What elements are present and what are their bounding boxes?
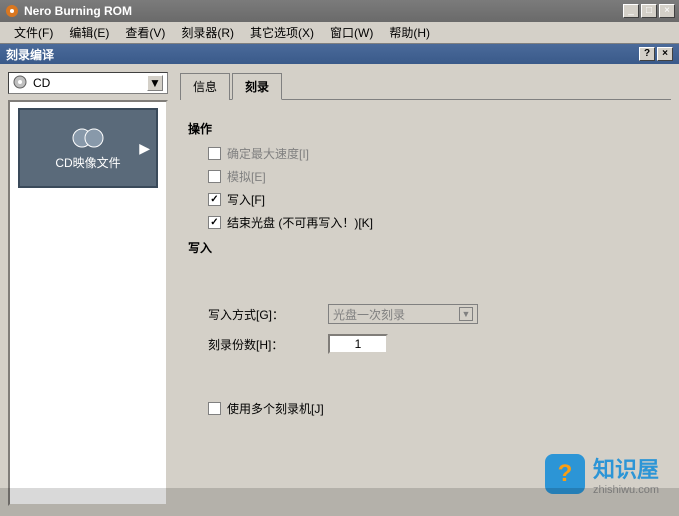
label-write: 写入[F] xyxy=(227,191,265,208)
disc-icon xyxy=(13,75,29,91)
compilation-label: CD映像文件 xyxy=(55,154,120,171)
window-title: Nero Burning ROM xyxy=(24,4,623,18)
label-max-speed: 确定最大速度[I] xyxy=(227,145,309,162)
input-copies[interactable] xyxy=(328,334,388,354)
checkbox-finalize[interactable] xyxy=(208,216,221,229)
watermark-title: 知识屋 xyxy=(593,452,659,484)
section-write: 写入 xyxy=(188,239,663,256)
dialog-help-button[interactable]: ? xyxy=(639,47,655,61)
close-button[interactable]: × xyxy=(659,4,675,18)
checkbox-multi-burner[interactable] xyxy=(208,402,221,415)
checkbox-write[interactable] xyxy=(208,193,221,206)
dialog-titlebar: 刻录编译 ? × xyxy=(0,44,679,64)
titlebar: Nero Burning ROM _ □ × xyxy=(0,0,679,22)
label-finalize: 结束光盘 (不可再写入！)[K] xyxy=(227,214,373,231)
chevron-right-icon: ▶ xyxy=(139,140,150,157)
chevron-down-icon: ▼ xyxy=(459,307,473,321)
label-copies: 刻录份数[H]： xyxy=(208,336,328,353)
label-simulate: 模拟[E] xyxy=(227,168,266,185)
menubar: 文件(F) 编辑(E) 查看(V) 刻录器(R) 其它选项(X) 窗口(W) 帮… xyxy=(0,22,679,44)
menu-file[interactable]: 文件(F) xyxy=(6,22,61,43)
menu-view[interactable]: 查看(V) xyxy=(117,22,173,43)
dropdown-write-mode[interactable]: 光盘一次刻录 ▼ xyxy=(328,304,478,324)
minimize-button[interactable]: _ xyxy=(623,4,639,18)
menu-recorder[interactable]: 刻录器(R) xyxy=(173,22,242,43)
combo-value: CD xyxy=(33,76,50,90)
checkbox-max-speed[interactable] xyxy=(208,147,221,160)
menu-edit[interactable]: 编辑(E) xyxy=(61,22,117,43)
app-icon xyxy=(4,3,20,19)
label-multi-burner: 使用多个刻录机[J] xyxy=(227,400,324,417)
compilation-item-cd-image[interactable]: CD映像文件 ▶ xyxy=(18,108,158,188)
compilation-list: CD映像文件 ▶ xyxy=(8,100,168,506)
label-write-mode: 写入方式[G]： xyxy=(208,306,328,323)
footer-strip xyxy=(0,488,679,516)
section-action: 操作 xyxy=(188,120,663,137)
chevron-down-icon: ▼ xyxy=(147,75,163,91)
tab-burn[interactable]: 刻录 xyxy=(232,73,282,100)
tab-strip: 信息 刻录 xyxy=(180,72,671,100)
dialog-title: 刻录编译 xyxy=(6,46,54,63)
disc-type-combo[interactable]: CD ▼ xyxy=(8,72,168,94)
tab-info[interactable]: 信息 xyxy=(180,73,230,100)
maximize-button[interactable]: □ xyxy=(641,4,657,18)
checkbox-simulate[interactable] xyxy=(208,170,221,183)
cd-image-icon xyxy=(72,126,104,150)
menu-window[interactable]: 窗口(W) xyxy=(322,22,381,43)
dialog-close-button[interactable]: × xyxy=(657,47,673,61)
menu-help[interactable]: 帮助(H) xyxy=(381,22,438,43)
dropdown-value: 光盘一次刻录 xyxy=(333,306,405,323)
menu-extras[interactable]: 其它选项(X) xyxy=(242,22,322,43)
